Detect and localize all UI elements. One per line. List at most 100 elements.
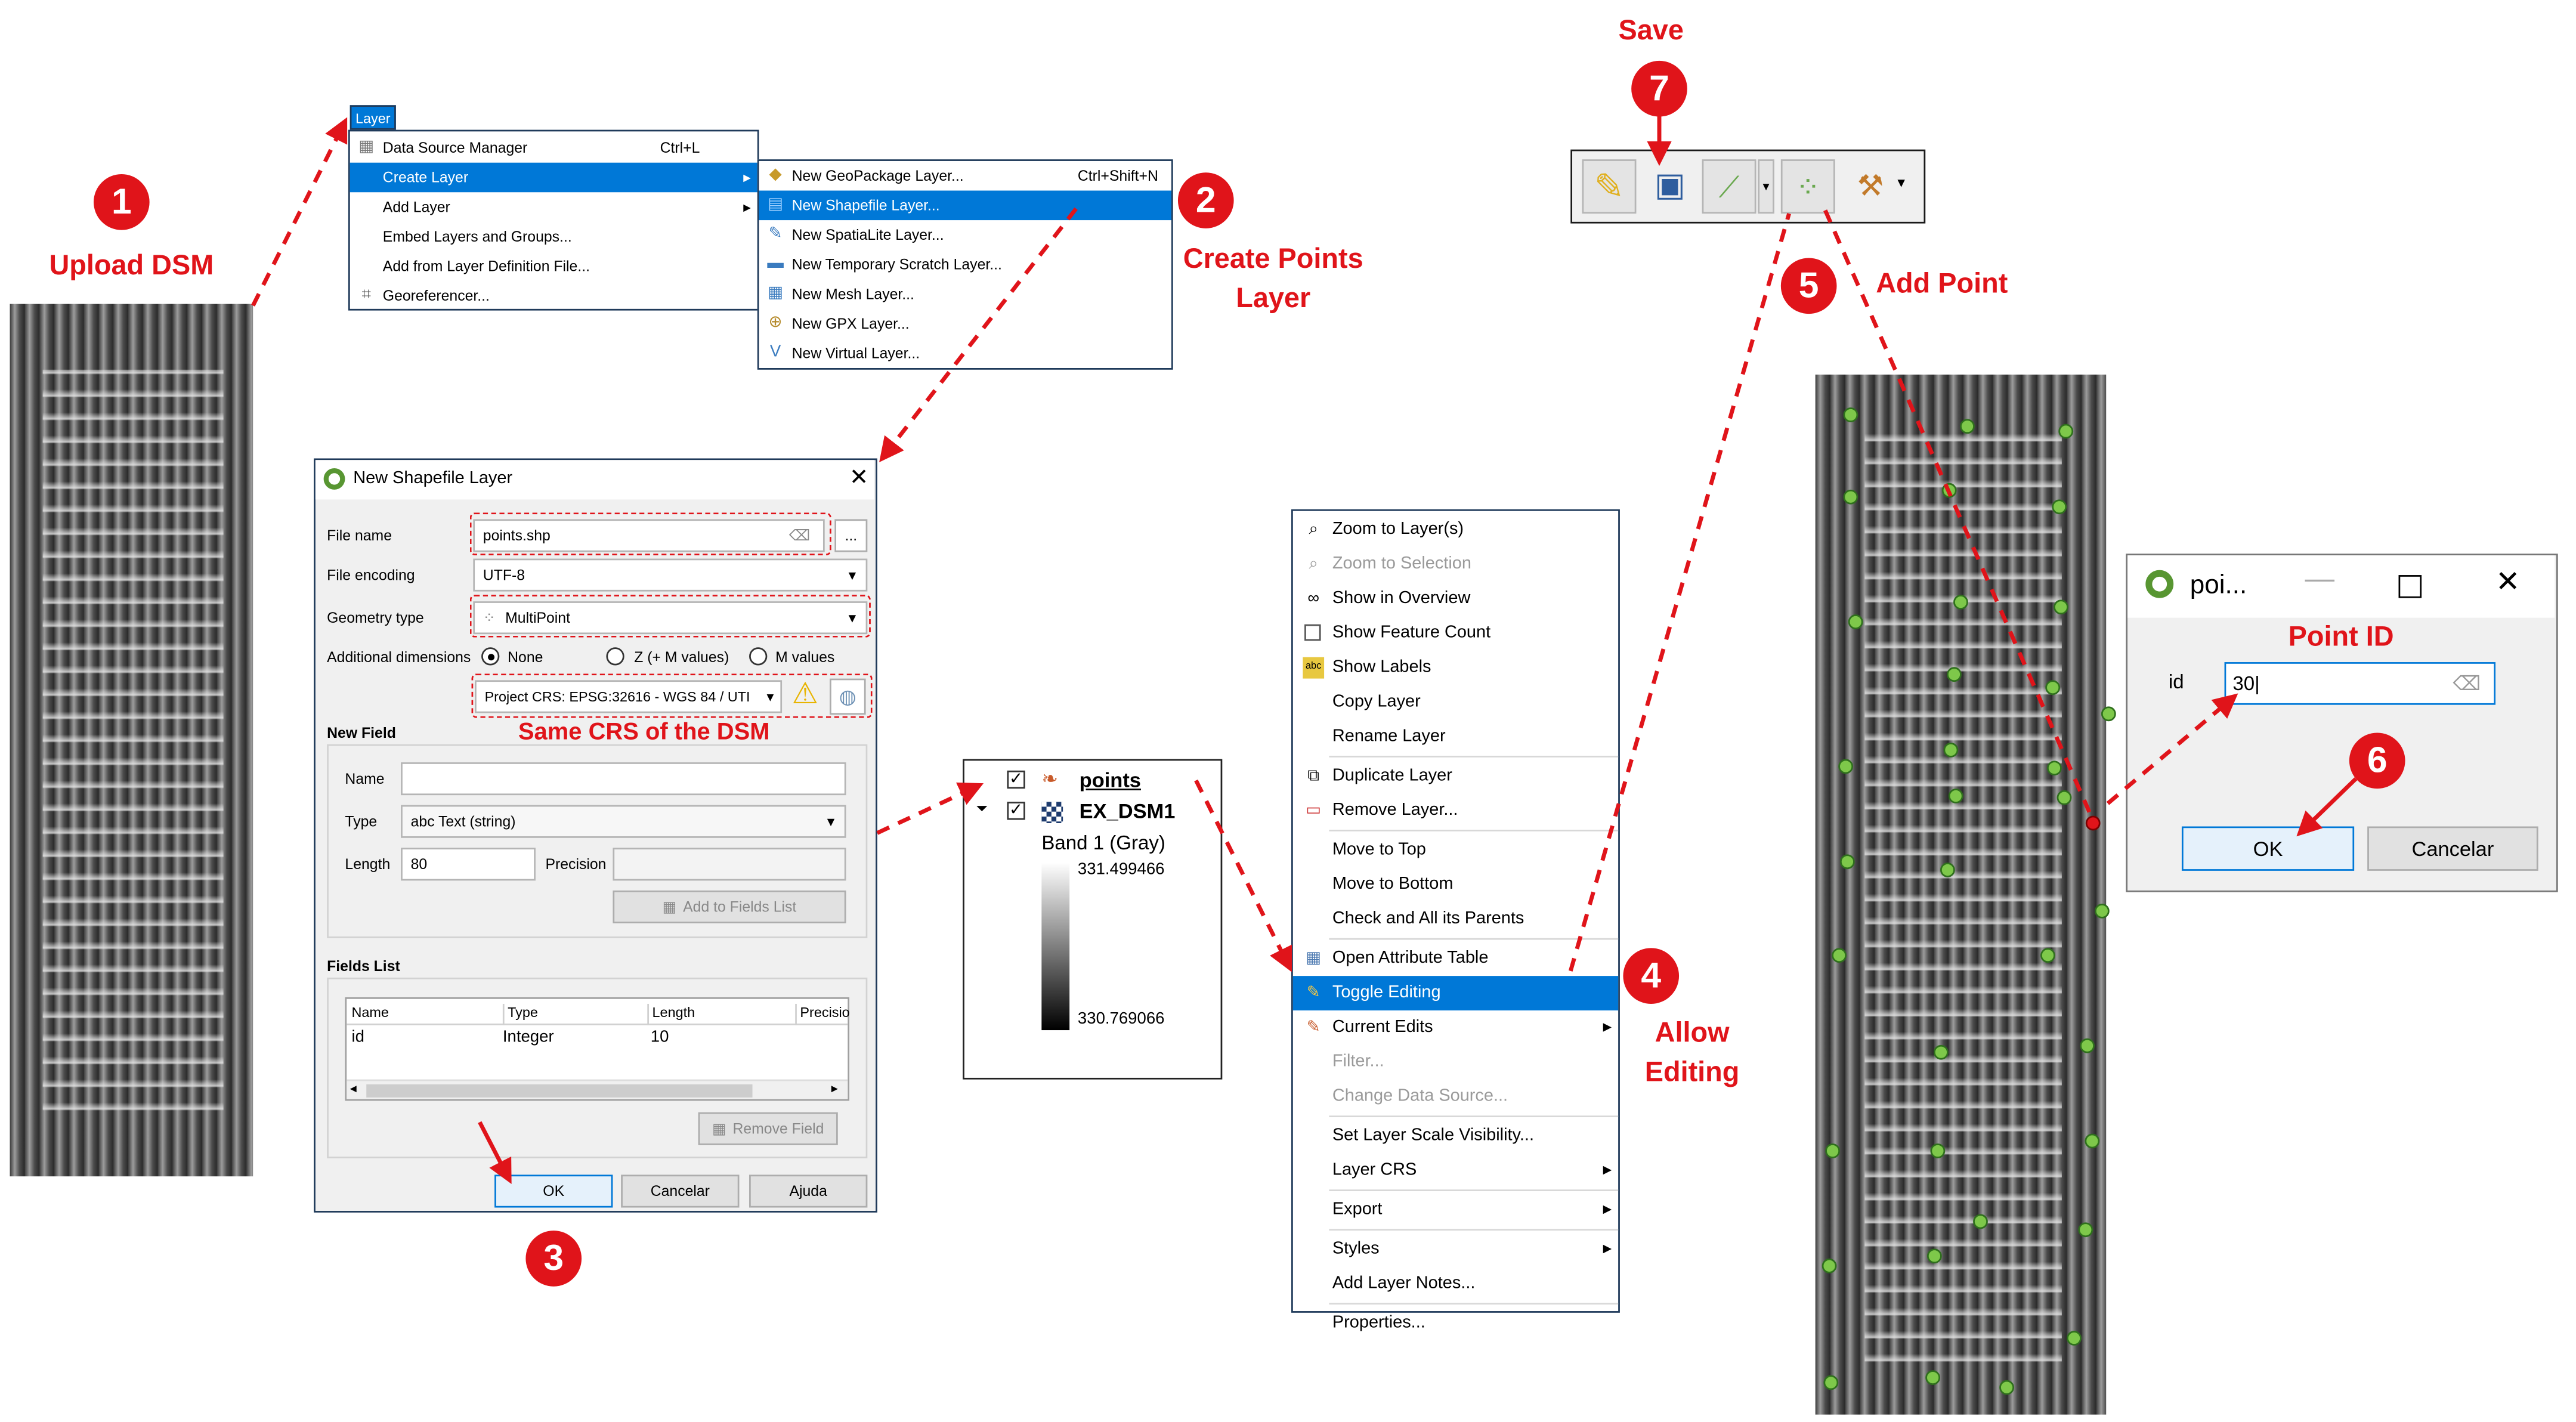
point-ok-button[interactable]: OK bbox=[2181, 826, 2355, 871]
menu-item-georeferencer[interactable]: ⌗ Georeferencer... bbox=[350, 281, 757, 311]
digitize-line-button[interactable]: ⟋ bbox=[1702, 159, 1756, 214]
menu-item-zoom-to-layer[interactable]: ⌕ Zoom to Layer(s) bbox=[1293, 512, 1618, 547]
digitized-point[interactable] bbox=[1843, 489, 1858, 505]
menu-item-new-mesh[interactable]: ▦ New Mesh Layer... bbox=[759, 279, 1171, 309]
menu-item-duplicate-layer[interactable]: ⧉ Duplicate Layer bbox=[1293, 759, 1618, 794]
menu-item-remove-layer[interactable]: ▭ Remove Layer... bbox=[1293, 793, 1618, 828]
col-type-header[interactable]: Type bbox=[502, 1003, 538, 1025]
digitized-point[interactable] bbox=[1822, 1258, 1837, 1273]
menu-item-change-data-source[interactable]: Change Data Source... bbox=[1293, 1080, 1618, 1114]
digitized-point[interactable] bbox=[1940, 863, 1955, 877]
add-point-button[interactable]: ⁘ bbox=[1780, 159, 1835, 214]
ok-button[interactable]: OK bbox=[494, 1174, 613, 1208]
menu-item-export[interactable]: Export ▸ bbox=[1293, 1193, 1618, 1228]
menu-item-layer-crs[interactable]: Layer CRS ▸ bbox=[1293, 1154, 1618, 1188]
toggle-editing-button[interactable]: ✎ bbox=[1582, 159, 1637, 214]
digitized-point[interactable] bbox=[2078, 1222, 2093, 1238]
scroll-right-icon[interactable]: ▸ bbox=[831, 1081, 838, 1096]
scroll-left-icon[interactable]: ◂ bbox=[350, 1081, 357, 1096]
menu-item-new-gpx[interactable]: ⊕ New GPX Layer... bbox=[759, 309, 1171, 339]
digitized-point[interactable] bbox=[1825, 1143, 1840, 1158]
digitized-point[interactable] bbox=[2080, 1038, 2095, 1053]
digitized-point[interactable] bbox=[2067, 1331, 2082, 1346]
digitized-point[interactable] bbox=[1934, 1044, 1949, 1060]
menu-item-move-to-bottom[interactable]: Move to Bottom bbox=[1293, 867, 1618, 902]
menu-item-copy-layer[interactable]: Copy Layer bbox=[1293, 685, 1618, 720]
layer-menu-title[interactable]: Layer bbox=[350, 105, 396, 130]
dsm-layer-name[interactable]: EX_DSM1 bbox=[1080, 800, 1176, 823]
digitized-point[interactable] bbox=[1943, 743, 1959, 758]
clear-input-icon[interactable]: ⌫ bbox=[2453, 664, 2481, 703]
menu-item-show-labels[interactable]: abc Show Labels bbox=[1293, 651, 1618, 685]
menu-item-zoom-to-selection[interactable]: ⌕ Zoom to Selection bbox=[1293, 547, 1618, 582]
menu-item-toggle-editing[interactable]: ✎ Toggle Editing bbox=[1292, 976, 1619, 1010]
remove-field-button[interactable]: ▦ Remove Field bbox=[698, 1112, 838, 1145]
menu-item-embed-layers[interactable]: Embed Layers and Groups... bbox=[350, 222, 757, 252]
dimension-m-radio[interactable] bbox=[749, 647, 768, 666]
digitized-point[interactable] bbox=[2101, 706, 2116, 722]
digitized-point[interactable] bbox=[1925, 1370, 1941, 1386]
add-to-fields-button[interactable]: ▦ Add to Fields List bbox=[613, 890, 846, 924]
digitized-point[interactable] bbox=[1947, 667, 1962, 682]
digitized-point[interactable] bbox=[2040, 948, 2055, 963]
menu-item-new-geopackage[interactable]: ◆ New GeoPackage Layer... Ctrl+Shift+N bbox=[759, 161, 1171, 191]
digitize-dropdown-button[interactable]: ▾ bbox=[1758, 159, 1774, 214]
collapse-icon[interactable]: ⏷ bbox=[976, 800, 988, 818]
menu-item-scale-visibility[interactable]: Set Layer Scale Visibility... bbox=[1293, 1119, 1618, 1154]
digitized-point[interactable] bbox=[2058, 423, 2074, 439]
digitized-point[interactable] bbox=[2085, 1133, 2100, 1149]
menu-item-move-to-top[interactable]: Move to Top bbox=[1293, 833, 1618, 868]
menu-item-open-attribute-table[interactable]: ▦ Open Attribute Table bbox=[1293, 941, 1618, 976]
help-button[interactable]: Ajuda bbox=[749, 1174, 868, 1208]
field-name-input[interactable] bbox=[401, 762, 846, 796]
menu-item-data-source-manager[interactable]: ▦ Data Source Manager Ctrl+L bbox=[350, 133, 757, 163]
menu-item-add-layer[interactable]: Add Layer ▸ bbox=[350, 192, 757, 222]
digitized-point[interactable] bbox=[2052, 499, 2067, 515]
close-icon[interactable]: ✕ bbox=[849, 463, 868, 491]
col-name-header[interactable]: Name bbox=[351, 1004, 388, 1021]
menu-item-new-spatialite[interactable]: ✎ New SpatiaLite Layer... bbox=[759, 220, 1171, 250]
digitized-point[interactable] bbox=[1930, 1143, 1946, 1158]
field-precision-input[interactable] bbox=[613, 848, 846, 881]
point-cancel-button[interactable]: Cancelar bbox=[2367, 826, 2538, 871]
menu-item-check-parents[interactable]: Check and All its Parents bbox=[1293, 902, 1618, 936]
digitized-point[interactable] bbox=[1839, 854, 1855, 870]
scroll-thumb[interactable] bbox=[366, 1084, 753, 1098]
menu-item-new-shapefile[interactable]: ▤ New Shapefile Layer... bbox=[759, 190, 1171, 221]
menu-item-filter[interactable]: Filter... bbox=[1293, 1045, 1618, 1080]
menu-item-properties[interactable]: Properties... bbox=[1293, 1306, 1618, 1341]
digitized-point[interactable] bbox=[1948, 789, 1963, 803]
field-length-input[interactable]: 80 bbox=[401, 848, 536, 881]
digitized-point[interactable] bbox=[1838, 759, 1854, 774]
dimension-none-radio[interactable] bbox=[481, 647, 500, 666]
browse-button[interactable]: ... bbox=[834, 519, 868, 552]
digitized-point[interactable] bbox=[1999, 1380, 2014, 1395]
close-icon[interactable]: ✕ bbox=[2495, 565, 2521, 600]
col-length-header[interactable]: Length bbox=[647, 1003, 695, 1025]
chevron-down-icon[interactable]: ▾ bbox=[1897, 174, 1904, 192]
id-input[interactable]: 30| ⌫ bbox=[2224, 662, 2496, 705]
digitized-point[interactable] bbox=[1832, 948, 1847, 963]
menu-item-show-feature-count[interactable]: Show Feature Count bbox=[1293, 616, 1618, 651]
menu-item-new-virtual[interactable]: V New Virtual Layer... bbox=[759, 338, 1171, 368]
menu-item-add-from-definition[interactable]: Add from Layer Definition File... bbox=[350, 251, 757, 281]
file-encoding-select[interactable]: UTF-8 ▾ bbox=[473, 558, 868, 592]
maximize-icon[interactable] bbox=[2398, 575, 2422, 598]
digitized-point[interactable] bbox=[1941, 483, 1957, 498]
horizontal-scrollbar[interactable]: ◂ ▸ bbox=[347, 1079, 848, 1099]
menu-item-add-layer-notes[interactable]: Add Layer Notes... bbox=[1293, 1267, 1618, 1302]
dimension-zm-radio[interactable] bbox=[606, 647, 624, 666]
digitized-point[interactable] bbox=[2094, 903, 2110, 919]
table-row[interactable]: id Integer 10 bbox=[347, 1028, 848, 1052]
digitized-point[interactable] bbox=[1953, 595, 1968, 610]
digitized-point[interactable] bbox=[2045, 680, 2061, 695]
digitized-point[interactable] bbox=[1926, 1248, 1942, 1264]
menu-item-show-in-overview[interactable]: ∞ Show in Overview bbox=[1293, 582, 1618, 616]
digitized-point[interactable] bbox=[1848, 614, 1863, 629]
menu-item-styles[interactable]: Styles ▸ bbox=[1293, 1232, 1618, 1267]
menu-item-create-layer[interactable]: Create Layer ▸ bbox=[350, 162, 757, 193]
digitized-point[interactable] bbox=[2057, 790, 2072, 805]
menu-item-current-edits[interactable]: ✎ Current Edits ▸ bbox=[1293, 1010, 1618, 1045]
save-edits-button[interactable]: ▣ bbox=[1643, 159, 1697, 214]
digitized-point[interactable] bbox=[2054, 599, 2068, 615]
